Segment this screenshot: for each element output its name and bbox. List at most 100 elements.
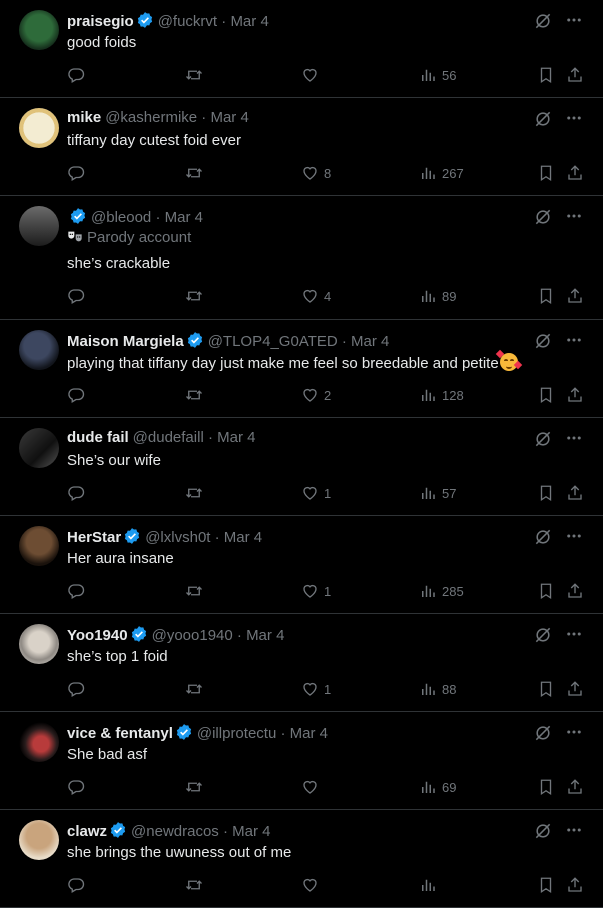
retweet-button[interactable] xyxy=(184,778,204,796)
like-button[interactable]: 1 xyxy=(301,680,331,698)
retweet-button[interactable] xyxy=(184,876,204,894)
avatar[interactable] xyxy=(19,624,59,664)
retweet-button[interactable] xyxy=(184,164,204,182)
like-button[interactable]: 4 xyxy=(301,287,331,305)
timestamp[interactable]: Mar 4 xyxy=(165,209,203,226)
handle[interactable]: @newdracos xyxy=(131,823,219,840)
tweet[interactable]: clawz @newdracos · Mar 4 she brings the uw… xyxy=(0,810,603,908)
bookmark-button[interactable] xyxy=(537,386,555,404)
retweet-button[interactable] xyxy=(184,582,204,600)
handle[interactable]: @lxlvsh0t xyxy=(145,529,210,546)
like-button[interactable]: 2 xyxy=(301,386,331,404)
tweet[interactable]: Yoo1940 @yooo1940 · Mar 4 she’s top 1 foid… xyxy=(0,614,603,712)
grok-icon[interactable] xyxy=(533,527,553,552)
display-name[interactable]: mike xyxy=(67,109,101,126)
grok-icon[interactable] xyxy=(533,109,553,134)
handle[interactable]: @bleood xyxy=(91,209,151,226)
retweet-button[interactable] xyxy=(184,287,204,305)
views-button[interactable]: 128 xyxy=(419,386,464,404)
reply-button[interactable] xyxy=(67,66,85,84)
views-button[interactable]: 88 xyxy=(419,680,456,698)
grok-icon[interactable] xyxy=(533,429,553,454)
avatar[interactable] xyxy=(19,526,59,566)
reply-button[interactable] xyxy=(67,386,85,404)
bookmark-button[interactable] xyxy=(537,876,555,894)
avatar[interactable] xyxy=(19,108,59,148)
avatar[interactable] xyxy=(19,10,59,50)
display-name[interactable]: Maison Margiela xyxy=(67,333,184,350)
bookmark-button[interactable] xyxy=(537,164,555,182)
share-button[interactable] xyxy=(566,164,584,182)
timestamp[interactable]: Mar 4 xyxy=(230,13,268,30)
reply-button[interactable] xyxy=(67,778,85,796)
tweet[interactable]: vice & fentanyl @illprotectu · Mar 4 She b… xyxy=(0,712,603,810)
reply-button[interactable] xyxy=(67,582,85,600)
more-icon[interactable] xyxy=(565,109,583,134)
share-button[interactable] xyxy=(566,680,584,698)
reply-button[interactable] xyxy=(67,164,85,182)
handle[interactable]: @fuckrvt xyxy=(158,13,217,30)
views-button[interactable]: 89 xyxy=(419,287,456,305)
avatar[interactable] xyxy=(19,330,59,370)
timestamp[interactable]: Mar 4 xyxy=(246,627,284,644)
tweet[interactable]: dude fail @dudefaill · Mar 4 She’s our wif… xyxy=(0,418,603,516)
timestamp[interactable]: Mar 4 xyxy=(290,725,328,742)
avatar[interactable] xyxy=(19,722,59,762)
grok-icon[interactable] xyxy=(533,821,553,846)
views-button[interactable]: 57 xyxy=(419,484,456,502)
tweet[interactable]: Maison Margiela @TLOP4_G0ATED · Mar 4 play… xyxy=(0,320,603,418)
handle[interactable]: @dudefaill xyxy=(133,429,204,446)
more-icon[interactable] xyxy=(565,527,583,552)
retweet-button[interactable] xyxy=(184,484,204,502)
avatar[interactable] xyxy=(19,428,59,468)
more-icon[interactable] xyxy=(565,331,583,356)
reply-button[interactable] xyxy=(67,287,85,305)
timestamp[interactable]: Mar 4 xyxy=(232,823,270,840)
bookmark-button[interactable] xyxy=(537,680,555,698)
tweet[interactable]: @bleood · Mar 4 Parody account she’s crack… xyxy=(0,196,603,320)
tweet[interactable]: HerStar @lxlvsh0t · Mar 4 Her aura insane 1… xyxy=(0,516,603,614)
grok-icon[interactable] xyxy=(533,625,553,650)
share-button[interactable] xyxy=(566,287,584,305)
handle[interactable]: @illprotectu xyxy=(197,725,276,742)
views-button[interactable]: 285 xyxy=(419,582,464,600)
grok-icon[interactable] xyxy=(533,331,553,356)
avatar[interactable] xyxy=(19,820,59,860)
bookmark-button[interactable] xyxy=(537,582,555,600)
like-button[interactable]: 1 xyxy=(301,582,331,600)
views-button[interactable] xyxy=(419,876,437,894)
grok-icon[interactable] xyxy=(533,207,553,232)
share-button[interactable] xyxy=(566,778,584,796)
timestamp[interactable]: Mar 4 xyxy=(224,529,262,546)
more-icon[interactable] xyxy=(565,821,583,846)
bookmark-button[interactable] xyxy=(537,484,555,502)
timestamp[interactable]: Mar 4 xyxy=(210,109,248,126)
timestamp[interactable]: Mar 4 xyxy=(217,429,255,446)
more-icon[interactable] xyxy=(565,207,583,232)
display-name[interactable]: Yoo1940 xyxy=(67,627,128,644)
retweet-button[interactable] xyxy=(184,386,204,404)
views-button[interactable]: 56 xyxy=(419,66,456,84)
timestamp[interactable]: Mar 4 xyxy=(351,333,389,350)
like-button[interactable] xyxy=(301,66,319,84)
bookmark-button[interactable] xyxy=(537,778,555,796)
tweet[interactable]: mike @kashermike · Mar 4 tiffany day cutes… xyxy=(0,98,603,196)
grok-icon[interactable] xyxy=(533,11,553,36)
views-button[interactable]: 69 xyxy=(419,778,456,796)
handle[interactable]: @yooo1940 xyxy=(152,627,233,644)
avatar[interactable] xyxy=(19,206,59,246)
retweet-button[interactable] xyxy=(184,66,204,84)
display-name[interactable]: vice & fentanyl xyxy=(67,725,173,742)
reply-button[interactable] xyxy=(67,876,85,894)
share-button[interactable] xyxy=(566,66,584,84)
views-button[interactable]: 267 xyxy=(419,164,464,182)
grok-icon[interactable] xyxy=(533,723,553,748)
share-button[interactable] xyxy=(566,582,584,600)
display-name[interactable]: HerStar xyxy=(67,529,121,546)
reply-button[interactable] xyxy=(67,484,85,502)
like-button[interactable] xyxy=(301,778,319,796)
share-button[interactable] xyxy=(566,386,584,404)
like-button[interactable]: 8 xyxy=(301,164,331,182)
display-name[interactable]: clawz xyxy=(67,823,107,840)
bookmark-button[interactable] xyxy=(537,287,555,305)
